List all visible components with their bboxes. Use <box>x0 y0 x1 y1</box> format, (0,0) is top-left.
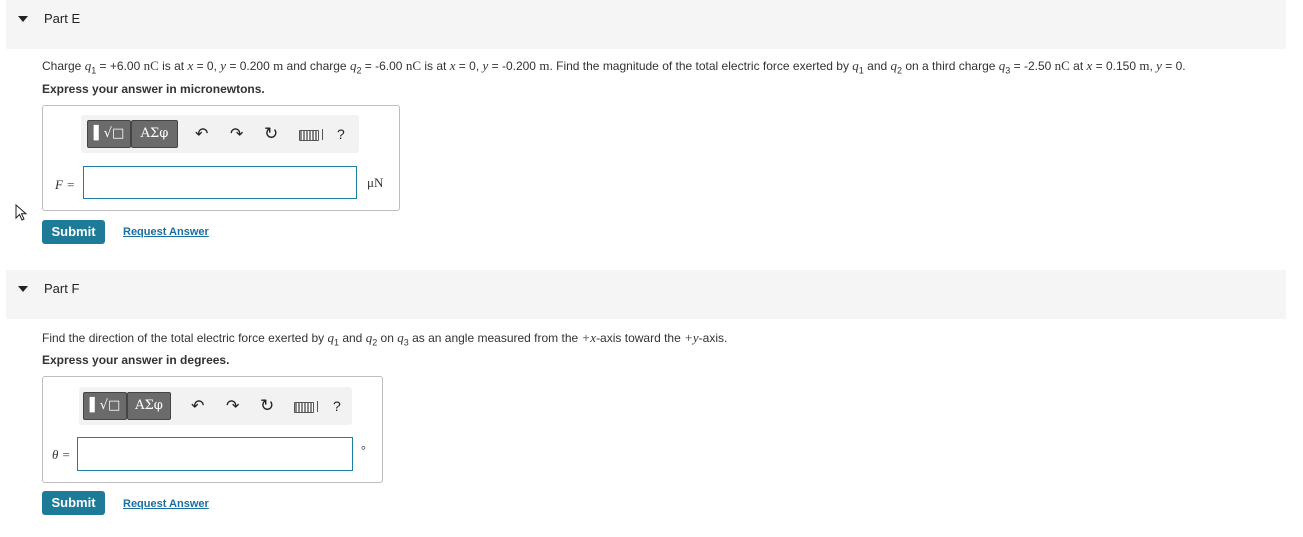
symbols-button[interactable]: ΑΣφ <box>131 120 178 148</box>
part-e-submit-button[interactable]: Submit <box>42 220 105 244</box>
templates-button[interactable]: ▌√□ <box>87 120 131 148</box>
part-f-instruction: Express your answer in degrees. <box>42 353 230 367</box>
math-toolbar: ▌√□ ΑΣφ ↶ ↷ ↻ ? <box>79 387 352 425</box>
help-icon[interactable]: ? <box>333 398 341 414</box>
reset-icon[interactable]: ↻ <box>264 126 278 143</box>
answer-input[interactable] <box>83 166 357 199</box>
mouse-cursor-icon <box>15 204 28 221</box>
math-toolbar: ▌√□ ΑΣφ ↶ ↷ ↻ ? <box>81 115 359 153</box>
collapse-caret-icon[interactable] <box>18 16 28 22</box>
part-e-title: Part E <box>44 11 81 26</box>
undo-icon[interactable]: ↶ <box>191 398 204 414</box>
part-f-submit-button[interactable]: Submit <box>42 491 105 515</box>
part-f-title: Part F <box>44 281 80 296</box>
part-e-instruction: Express your answer in micronewtons. <box>42 82 265 96</box>
unit-label: ° <box>361 443 366 457</box>
toolbar-divider <box>317 401 318 412</box>
collapse-caret-icon[interactable] <box>18 286 28 292</box>
part-f-header[interactable]: Part F <box>6 270 1286 319</box>
toolbar-divider <box>322 129 323 140</box>
part-e-request-answer-link[interactable]: Request Answer <box>123 226 209 238</box>
symbols-button[interactable]: ΑΣφ <box>127 392 171 420</box>
answer-input[interactable] <box>77 437 353 471</box>
variable-label: θ = <box>52 447 71 462</box>
redo-icon[interactable]: ↷ <box>230 126 243 142</box>
unit-label: μN <box>367 175 384 190</box>
variable-label: F = <box>55 177 75 192</box>
keyboard-icon[interactable] <box>294 402 314 413</box>
keyboard-icon[interactable] <box>299 130 319 141</box>
part-e-header[interactable]: Part E <box>6 0 1286 49</box>
part-e-answer-box: ▌√□ ΑΣφ ↶ ↷ ↻ ? F = μN <box>42 105 400 211</box>
part-f-request-answer-link[interactable]: Request Answer <box>123 498 209 510</box>
help-icon[interactable]: ? <box>337 126 345 142</box>
part-f-question: Find the direction of the total electric… <box>42 330 728 348</box>
redo-icon[interactable]: ↷ <box>226 398 239 414</box>
part-f-answer-box: ▌√□ ΑΣφ ↶ ↷ ↻ ? θ = ° <box>42 376 383 483</box>
undo-icon[interactable]: ↶ <box>195 126 208 142</box>
templates-button[interactable]: ▌√□ <box>83 392 127 420</box>
part-e-question: Charge q1 = +6.00 nC is at x = 0, y = 0.… <box>42 58 1186 76</box>
reset-icon[interactable]: ↻ <box>260 398 274 415</box>
